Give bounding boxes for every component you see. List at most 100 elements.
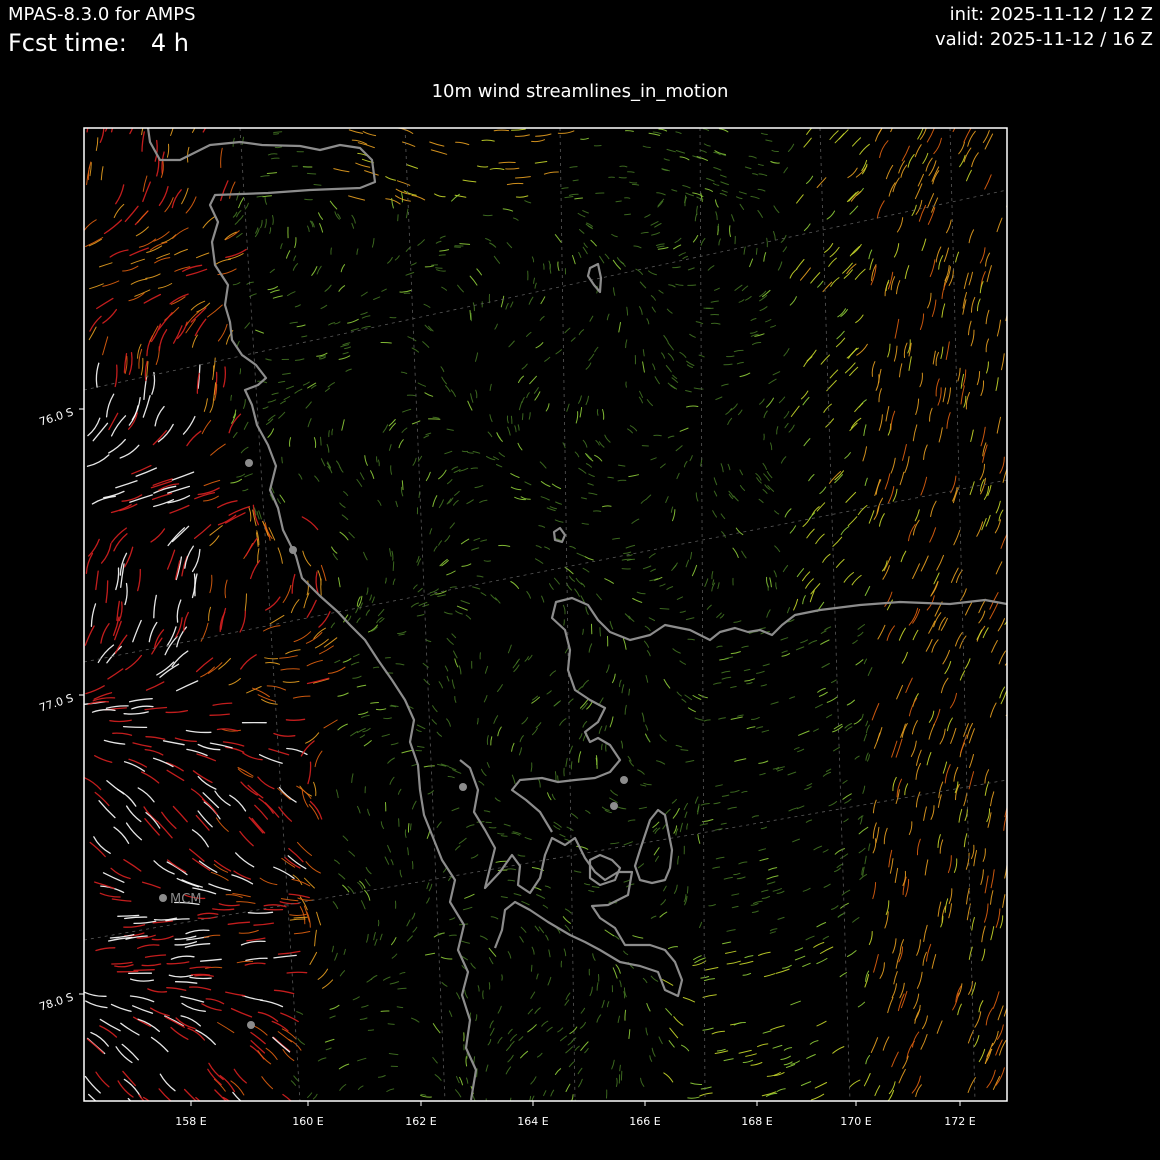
streamline xyxy=(831,905,839,910)
streamline xyxy=(734,284,743,291)
streamline xyxy=(953,529,961,546)
streamline xyxy=(209,398,215,413)
streamline xyxy=(695,321,704,325)
streamline xyxy=(411,800,417,810)
streamline xyxy=(946,412,951,429)
streamline xyxy=(361,1004,369,1008)
streamline xyxy=(878,414,883,431)
streamline xyxy=(585,606,589,615)
streamline xyxy=(659,608,670,610)
streamline xyxy=(256,511,260,520)
streamline xyxy=(197,916,218,920)
streamline xyxy=(506,242,513,249)
streamline xyxy=(239,830,254,847)
streamline xyxy=(629,181,638,184)
streamline xyxy=(390,742,399,746)
streamline xyxy=(700,803,710,806)
streamline xyxy=(739,203,745,210)
streamline xyxy=(936,1020,943,1034)
streamline xyxy=(425,432,432,436)
streamline xyxy=(796,194,804,204)
streamline xyxy=(498,161,516,164)
streamline xyxy=(166,769,185,782)
streamline xyxy=(720,463,724,473)
streamline xyxy=(197,775,217,790)
streamline xyxy=(176,321,188,340)
streamline xyxy=(679,351,687,358)
lon-tick-label: 172 E xyxy=(944,1115,975,1128)
streamline xyxy=(927,193,935,209)
streamline xyxy=(942,649,950,665)
streamline xyxy=(361,325,371,329)
streamline xyxy=(731,905,739,909)
streamline xyxy=(915,199,923,215)
streamline xyxy=(930,805,935,820)
streamline xyxy=(853,718,862,725)
streamline xyxy=(282,372,291,375)
streamline xyxy=(912,629,919,641)
streamline xyxy=(246,281,254,285)
streamline xyxy=(319,645,334,655)
streamline xyxy=(765,319,772,323)
streamline xyxy=(506,415,509,424)
streamline xyxy=(366,933,369,943)
streamline xyxy=(776,426,779,435)
streamline xyxy=(389,776,395,785)
streamline xyxy=(697,834,701,844)
streamline xyxy=(944,661,952,675)
streamline xyxy=(462,179,477,183)
streamline xyxy=(439,249,450,252)
streamline xyxy=(306,599,317,618)
streamline xyxy=(545,934,549,941)
streamline xyxy=(896,280,901,295)
streamline xyxy=(153,594,157,619)
streamline xyxy=(257,694,276,702)
streamline xyxy=(848,347,859,359)
streamline xyxy=(736,876,746,880)
streamline xyxy=(100,623,110,644)
streamline xyxy=(412,926,418,933)
streamline xyxy=(411,194,426,201)
streamline xyxy=(111,527,127,544)
streamline xyxy=(85,1000,108,1009)
streamline xyxy=(535,558,544,564)
streamline xyxy=(302,550,312,567)
streamline xyxy=(120,1022,140,1036)
streamline xyxy=(928,160,937,176)
streamline xyxy=(123,761,146,772)
streamline xyxy=(357,1085,364,1090)
streamline xyxy=(561,187,569,190)
streamline xyxy=(665,496,669,503)
streamline xyxy=(406,394,417,397)
streamline xyxy=(266,172,278,174)
streamline xyxy=(699,1092,713,1097)
streamline xyxy=(174,737,197,743)
streamline xyxy=(461,940,470,944)
streamline xyxy=(651,232,661,236)
streamline xyxy=(166,987,187,991)
streamline xyxy=(417,587,423,593)
streamline xyxy=(873,954,879,973)
streamline xyxy=(704,578,709,587)
streamline xyxy=(886,625,895,641)
streamline xyxy=(535,545,542,549)
streamline xyxy=(278,806,293,822)
streamline xyxy=(281,1028,297,1040)
streamline xyxy=(191,829,209,848)
streamline xyxy=(702,819,714,823)
streamline xyxy=(406,919,411,927)
streamline xyxy=(184,545,194,569)
streamline xyxy=(782,246,787,253)
streamline xyxy=(549,264,552,274)
streamline xyxy=(97,644,115,664)
streamline xyxy=(794,955,806,961)
streamline xyxy=(464,989,469,999)
streamline xyxy=(974,1011,982,1028)
streamline xyxy=(733,872,741,876)
streamline xyxy=(684,811,688,818)
streamline xyxy=(562,916,571,924)
streamline xyxy=(505,302,509,310)
streamline xyxy=(293,1075,300,1082)
streamline xyxy=(517,854,526,857)
streamline xyxy=(694,717,704,721)
